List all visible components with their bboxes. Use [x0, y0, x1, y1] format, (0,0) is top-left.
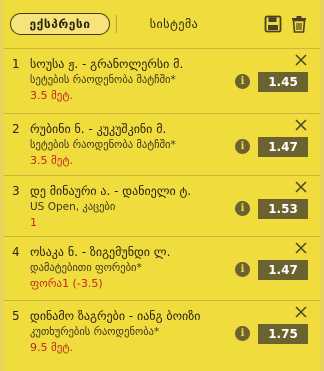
close-icon[interactable]: [294, 305, 308, 319]
bet-selection: 3.5 მეტ.: [30, 89, 74, 102]
bet-match: დინამო ზაგრები - იანგ ბოიზი: [30, 309, 201, 323]
save-icon[interactable]: [264, 15, 282, 33]
trash-icon[interactable]: [290, 15, 308, 33]
bet-selection: 3.5 მეტ.: [30, 154, 74, 167]
bet-number: 3: [12, 184, 20, 198]
bet-item: 4 ოსაკა ნ. - ზიგემუნდი ლ. დამატებითი ფორ…: [4, 236, 320, 292]
bet-market: US Open, კაცები: [30, 201, 116, 213]
info-icon[interactable]: i: [235, 201, 250, 216]
bet-market: დამატებითი ფორები*: [30, 262, 142, 274]
betslip-panel: ექსპრესი სისტემა 1 სოუსა ჟ. - გრანოლერსი…: [4, 0, 320, 371]
close-icon[interactable]: [294, 241, 308, 255]
info-icon[interactable]: i: [235, 74, 250, 89]
info-icon[interactable]: i: [235, 326, 250, 341]
odds-button[interactable]: 1.47: [258, 137, 308, 157]
bet-number: 2: [12, 122, 20, 136]
bet-market: სეტების რაოდენობა მატჩში*: [30, 74, 176, 86]
bet-match: დე მინაური ა. - დანიელი ტ.: [30, 184, 192, 198]
bet-market: სეტების რაოდენობა მატჩში*: [30, 139, 176, 151]
tab-system[interactable]: სისტემა: [124, 13, 224, 35]
bet-match: სოუსა ჟ. - გრანოლერსი მ.: [30, 57, 184, 71]
bet-item: 1 სოუსა ჟ. - გრანოლერსი მ. სეტების რაოდე…: [4, 48, 320, 104]
bet-item: 5 დინამო ზაგრები - იანგ ბოიზი კუთხურების…: [4, 300, 320, 356]
bet-selection: ფორა1 (-3.5): [30, 277, 103, 290]
bet-item: 3 დე მინაური ა. - დანიელი ტ. US Open, კა…: [4, 175, 320, 231]
odds-button[interactable]: 1.53: [258, 199, 308, 219]
odds-button[interactable]: 1.47: [258, 260, 308, 280]
bet-selection: 1: [30, 216, 37, 229]
odds-button[interactable]: 1.75: [258, 324, 308, 344]
bet-number: 1: [12, 57, 20, 71]
bet-match: რუბინი ნ. - კუკუშკინი მ.: [30, 122, 167, 136]
bet-item: 2 რუბინი ნ. - კუკუშკინი მ. სეტების რაოდე…: [4, 113, 320, 169]
bet-number: 5: [12, 309, 20, 323]
close-icon[interactable]: [294, 180, 308, 194]
close-icon[interactable]: [294, 53, 308, 67]
bet-market: კუთხურების რაოდენობა*: [30, 326, 160, 338]
bet-match: ოსაკა ნ. - ზიგემუნდი ლ.: [30, 245, 171, 259]
info-icon[interactable]: i: [235, 262, 250, 277]
tab-separator: [116, 15, 117, 33]
tab-express[interactable]: ექსპრესი: [10, 13, 110, 35]
info-icon[interactable]: i: [235, 139, 250, 154]
bet-selection: 9.5 მეტ.: [30, 341, 74, 354]
betslip-tabs: ექსპრესი სისტემა: [4, 0, 320, 48]
close-icon[interactable]: [294, 118, 308, 132]
odds-button[interactable]: 1.45: [258, 72, 308, 92]
bet-number: 4: [12, 245, 20, 259]
